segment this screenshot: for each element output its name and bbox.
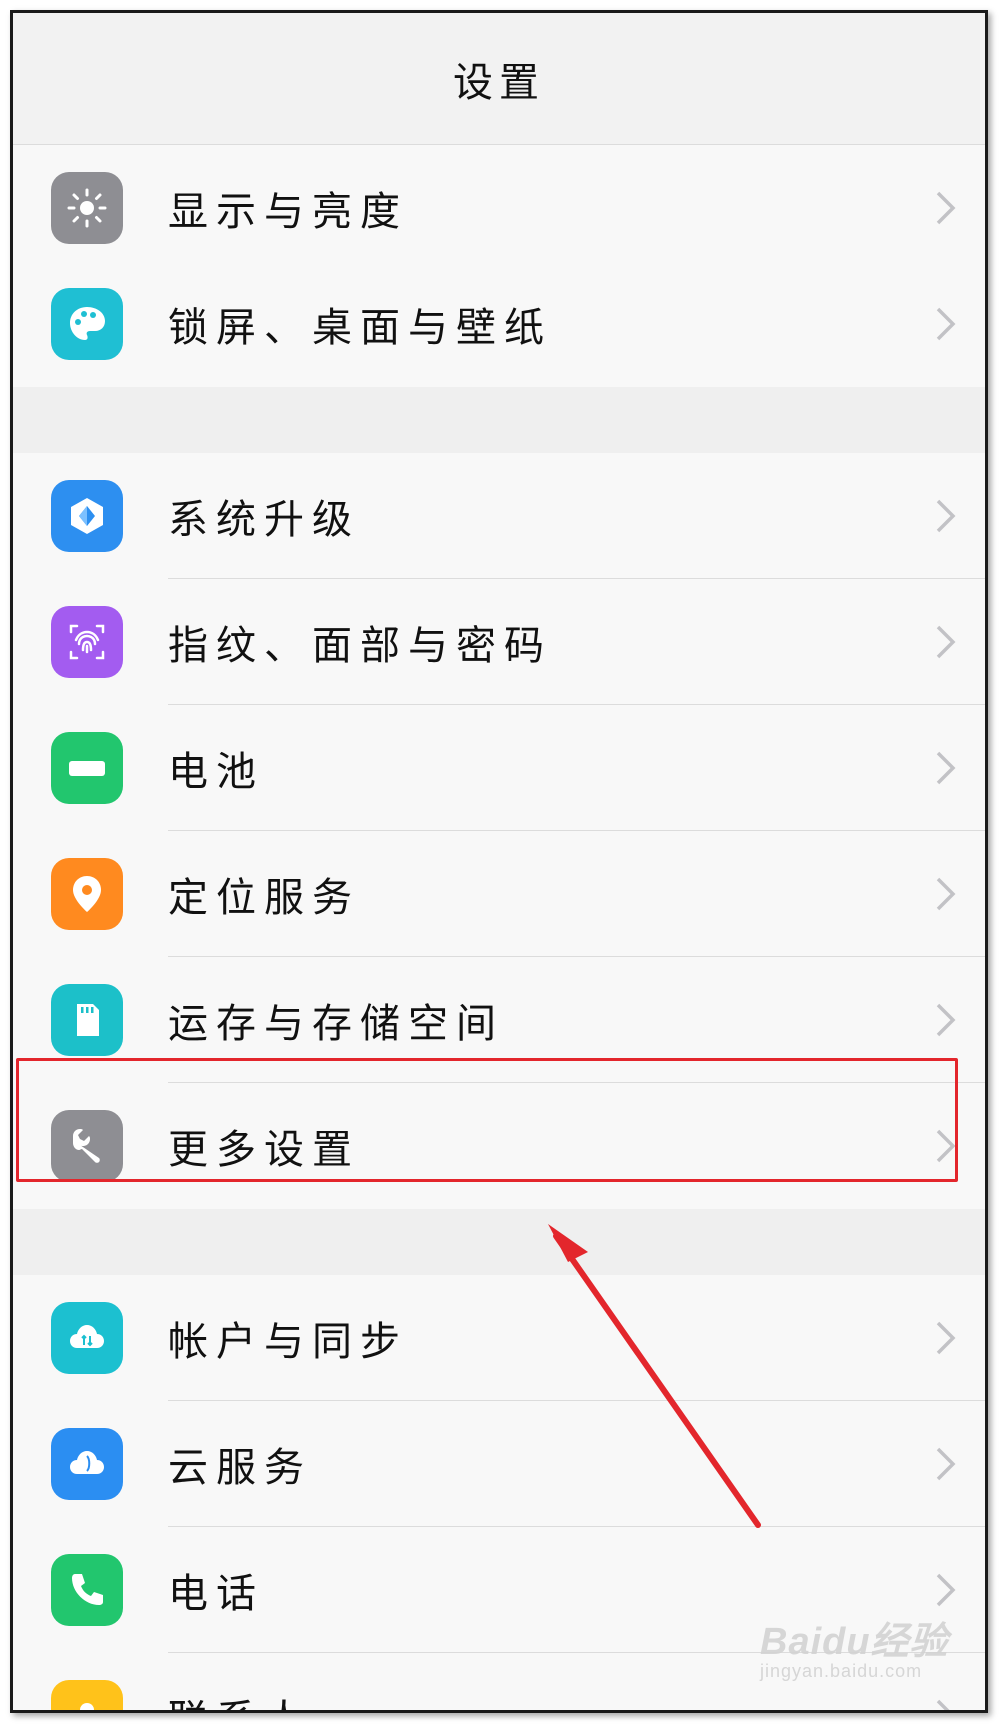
settings-item-accounts[interactable]: 帐户与同步 — [13, 1275, 985, 1401]
settings-item-label: 电池 — [168, 749, 264, 795]
chevron-right-icon — [931, 1696, 961, 1710]
nav-bar: 设置 — [13, 13, 985, 145]
chevron-right-icon — [931, 874, 961, 914]
chevron-right-icon — [931, 1318, 961, 1358]
settings-item-display[interactable]: 显示与亮度 — [13, 145, 985, 271]
settings-item-more-settings[interactable]: 更多设置 — [13, 1083, 985, 1209]
chevron-right-icon — [931, 622, 961, 662]
section-separator — [13, 1209, 985, 1275]
settings-item-label: 帐户与同步 — [168, 1319, 408, 1365]
chevron-right-icon — [931, 1000, 961, 1040]
fingerprint-icon — [51, 606, 123, 678]
cloud-icon — [51, 1428, 123, 1500]
watermark-logo: Baidu经验 — [760, 1621, 949, 1663]
settings-item-battery[interactable]: 电池 — [13, 705, 985, 831]
settings-item-label: 更多设置 — [168, 1127, 360, 1173]
chevron-right-icon — [931, 748, 961, 788]
page-title: 设置 — [453, 59, 545, 106]
watermark: Baidu经验 jingyan.baidu.com — [760, 1610, 960, 1690]
battery-icon — [51, 732, 123, 804]
contact-icon — [51, 1680, 123, 1710]
sd-card-icon — [51, 984, 123, 1056]
settings-item-system-upgrade[interactable]: 系统升级 — [13, 453, 985, 579]
cloud-sync-icon — [51, 1302, 123, 1374]
settings-item-label: 锁屏、桌面与壁纸 — [168, 305, 552, 351]
settings-item-label: 指纹、面部与密码 — [168, 623, 552, 669]
settings-item-cloud-service[interactable]: 云服务 — [13, 1401, 985, 1527]
chevron-right-icon — [931, 188, 961, 228]
phone-icon — [51, 1554, 123, 1626]
settings-screen: 设置 显示与亮度 锁屏、桌面与壁纸 系统升级 指纹、面部与密码 电池 定位服务 … — [10, 10, 988, 1713]
settings-item-label: 显示与亮度 — [168, 189, 408, 235]
location-pin-icon — [51, 858, 123, 930]
sun-icon — [51, 172, 123, 244]
wrench-icon — [51, 1110, 123, 1182]
settings-item-fingerprint[interactable]: 指纹、面部与密码 — [13, 579, 985, 705]
settings-item-label: 电话 — [168, 1571, 264, 1617]
settings-item-label: 运存与存储空间 — [168, 1001, 504, 1047]
settings-item-label: 系统升级 — [168, 497, 360, 543]
settings-item-storage[interactable]: 运存与存储空间 — [13, 957, 985, 1083]
chevron-right-icon — [931, 1570, 961, 1610]
chevron-right-icon — [931, 496, 961, 536]
chevron-right-icon — [931, 1126, 961, 1166]
upgrade-cube-icon — [51, 480, 123, 552]
settings-item-label: 联系人 — [168, 1687, 312, 1710]
section-separator — [13, 387, 985, 453]
settings-item-location[interactable]: 定位服务 — [13, 831, 985, 957]
settings-item-label: 定位服务 — [168, 875, 360, 921]
settings-item-label: 云服务 — [168, 1445, 312, 1491]
palette-icon — [51, 288, 123, 360]
settings-item-lockscreen[interactable]: 锁屏、桌面与壁纸 — [13, 261, 985, 387]
chevron-right-icon — [931, 1444, 961, 1484]
chevron-right-icon — [931, 304, 961, 344]
